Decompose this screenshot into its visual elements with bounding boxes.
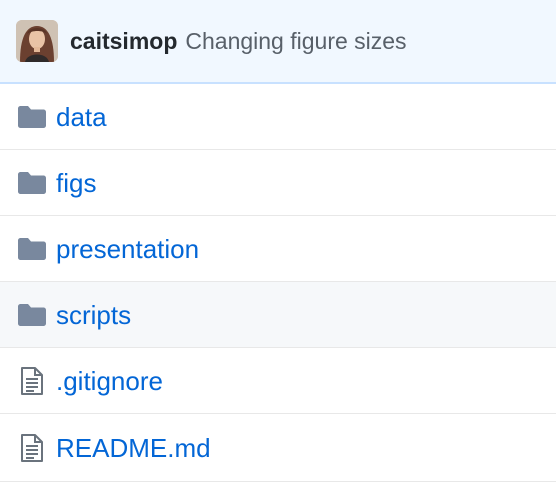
- file-row-readme[interactable]: README.md: [0, 414, 556, 482]
- folder-icon: [17, 168, 47, 198]
- file-name-link[interactable]: presentation: [56, 236, 199, 262]
- file-name-link[interactable]: scripts: [56, 302, 131, 328]
- folder-icon: [17, 102, 47, 132]
- avatar[interactable]: [16, 20, 58, 62]
- file-name-link[interactable]: .gitignore: [56, 368, 163, 394]
- file-icon: [17, 366, 47, 396]
- file-row-presentation[interactable]: presentation: [0, 216, 556, 282]
- repo-file-browser: caitsimop Changing figure sizes data fig…: [0, 0, 556, 486]
- file-row-figs[interactable]: figs: [0, 150, 556, 216]
- file-icon: [17, 433, 47, 463]
- file-name-link[interactable]: figs: [56, 170, 96, 196]
- folder-icon: [17, 234, 47, 264]
- commit-author[interactable]: caitsimop: [70, 28, 177, 55]
- file-row-scripts[interactable]: scripts: [0, 282, 556, 348]
- file-name-link[interactable]: README.md: [56, 435, 211, 461]
- file-list: data figs presentation scripts .gitignor: [0, 84, 556, 482]
- file-name-link[interactable]: data: [56, 104, 107, 130]
- commit-message[interactable]: Changing figure sizes: [185, 28, 406, 55]
- file-row-data[interactable]: data: [0, 84, 556, 150]
- file-row-gitignore[interactable]: .gitignore: [0, 348, 556, 414]
- folder-icon: [17, 300, 47, 330]
- latest-commit-bar: caitsimop Changing figure sizes: [0, 0, 556, 84]
